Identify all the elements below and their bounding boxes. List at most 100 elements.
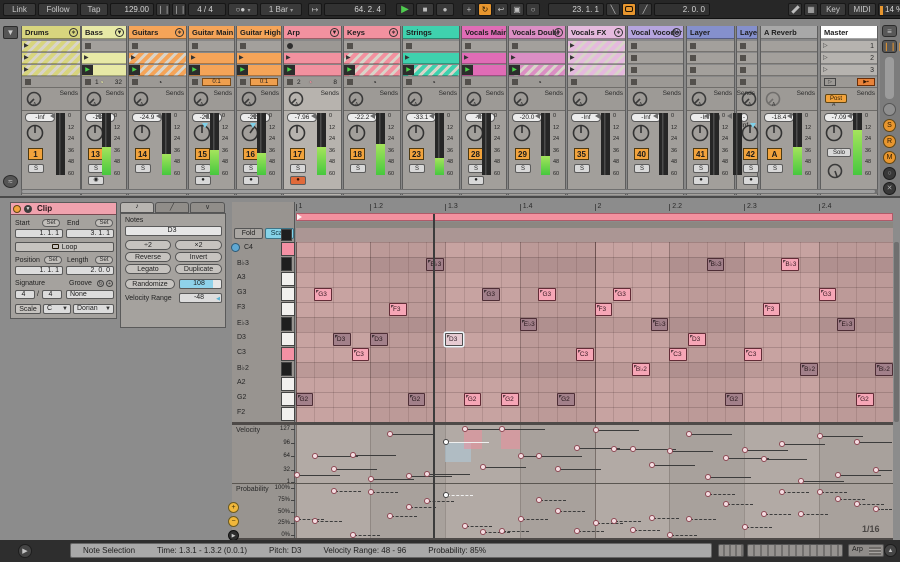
timeline-label[interactable]: 2.4: [822, 203, 832, 210]
velocity-marker[interactable]: [574, 445, 580, 451]
toggle-detail-view-icon[interactable]: ▲: [884, 544, 897, 557]
clip-slot[interactable]: [129, 41, 186, 52]
clip-slot[interactable]: ▶: [403, 65, 459, 76]
clip-slot[interactable]: ▶: [237, 53, 281, 64]
loop-switch-icon[interactable]: [622, 3, 636, 16]
clip-slot[interactable]: ▶: [509, 53, 565, 64]
arm-button[interactable]: ●: [743, 176, 759, 185]
arm-button[interactable]: ●: [243, 176, 259, 185]
pan-knob[interactable]: [348, 124, 366, 147]
track-number-button[interactable]: 17: [290, 148, 305, 160]
computer-midi-keyboard-icon[interactable]: ▦: [804, 3, 818, 16]
midi-note[interactable]: C3: [744, 348, 762, 361]
track-stop-row[interactable]: 0:1: [189, 77, 234, 88]
clip-slot[interactable]: [462, 41, 506, 52]
lane-add-button[interactable]: +: [228, 502, 239, 513]
time-signature-field[interactable]: 4 / 4: [188, 3, 226, 16]
punch-out-icon[interactable]: ╱: [638, 3, 652, 16]
arrangement-position-field[interactable]: 64. 2. 4: [324, 3, 386, 16]
solo-button[interactable]: S: [135, 164, 151, 173]
clip-slot[interactable]: ▶: [82, 53, 126, 64]
session-record-icon[interactable]: ▣: [510, 3, 524, 16]
track-stop-row[interactable]: ◔: [509, 77, 565, 88]
current-track-badge[interactable]: Arp: [848, 544, 884, 557]
clip-slot[interactable]: ▶: [284, 65, 341, 76]
midi-note[interactable]: E♭3: [837, 318, 855, 331]
track-number-button[interactable]: 13: [88, 148, 103, 160]
play-button[interactable]: ▶: [396, 3, 414, 16]
velocity-marker[interactable]: [630, 446, 636, 452]
track-stop-row[interactable]: ◔: [403, 77, 459, 88]
metronome-button[interactable]: ○● ▾: [228, 3, 258, 16]
legato-button[interactable]: Legato: [125, 264, 171, 274]
probability-marker[interactable]: [873, 506, 879, 512]
midi-note[interactable]: G3: [538, 288, 556, 301]
velocity-marker[interactable]: [387, 431, 393, 437]
velocity-marker[interactable]: [686, 431, 692, 437]
velocity-marker[interactable]: [873, 467, 879, 473]
invert-button[interactable]: Invert: [175, 252, 222, 262]
probability-marker[interactable]: [462, 523, 468, 529]
lane-remove-button[interactable]: −: [228, 516, 239, 527]
clip-slot[interactable]: [189, 41, 234, 52]
midi-note[interactable]: D3: [688, 333, 706, 346]
solo-button[interactable]: S: [409, 164, 425, 173]
scrollbar-thumb[interactable]: [22, 190, 875, 193]
set-start-button[interactable]: Set: [42, 219, 60, 227]
clip-slot[interactable]: ▶: [344, 65, 400, 76]
timeline-label[interactable]: 1: [299, 203, 303, 210]
solo-button[interactable]: S: [290, 164, 306, 173]
midi-note[interactable]: B♭3: [426, 258, 444, 271]
clip-slot[interactable]: ▶: [284, 53, 341, 64]
velocity-marker[interactable]: [406, 473, 412, 479]
solo-button[interactable]: S: [743, 164, 759, 173]
show-crossfade-toggle[interactable]: ✕: [883, 182, 896, 195]
track-menu-icon[interactable]: ▼: [330, 28, 339, 37]
track-number-button[interactable]: 18: [350, 148, 365, 160]
track-number-button[interactable]: 42: [743, 148, 758, 160]
clip-slot[interactable]: [737, 53, 757, 64]
key-map-button[interactable]: Key: [820, 3, 846, 16]
midi-note[interactable]: G2: [725, 393, 743, 406]
loop-start-field[interactable]: 23. 1. 1: [548, 3, 604, 16]
crossfader-section-icon[interactable]: ≈: [3, 175, 18, 188]
midi-note[interactable]: B♭3: [707, 258, 725, 271]
clip-slot[interactable]: ▶: [344, 53, 400, 64]
track-number-button[interactable]: 28: [468, 148, 483, 160]
clip-slot[interactable]: [82, 41, 126, 52]
midi-note[interactable]: E♭3: [651, 318, 669, 331]
re-enable-automation-icon[interactable]: ○: [526, 3, 540, 16]
set-length-button[interactable]: Set: [95, 256, 113, 264]
midi-note[interactable]: D3: [445, 333, 463, 346]
piano-key[interactable]: [281, 332, 295, 346]
track-stop-row[interactable]: [22, 77, 80, 88]
track-header[interactable]: Drums∗: [22, 26, 80, 39]
clip-position-field[interactable]: 1. 1. 1: [15, 266, 63, 275]
midi-note[interactable]: F3: [763, 303, 781, 316]
clip-slot[interactable]: [628, 53, 683, 64]
midi-map-button[interactable]: MIDI: [848, 3, 876, 16]
clip-slot[interactable]: ▶: [568, 53, 625, 64]
draw-mode-icon[interactable]: [788, 3, 802, 16]
groove-select[interactable]: None: [66, 290, 114, 299]
track-stop-row[interactable]: ◔: [129, 77, 186, 88]
velocity-marker[interactable]: [817, 433, 823, 439]
pianoroll-scrollbar[interactable]: [894, 242, 899, 422]
solo-button[interactable]: S: [767, 164, 783, 173]
ratio-box[interactable]: 0:1: [250, 78, 278, 86]
velocity-marker[interactable]: [294, 472, 300, 478]
double-time-button[interactable]: ×2: [175, 240, 222, 250]
probability-marker[interactable]: [350, 532, 356, 538]
track-stop-row[interactable]: [462, 77, 506, 88]
midi-note[interactable]: B♭3: [781, 258, 799, 271]
cue-knob[interactable]: [827, 163, 843, 184]
set-position-button[interactable]: Set: [44, 256, 62, 264]
pan-knob[interactable]: [407, 124, 425, 147]
instrument-icon[interactable]: ∗: [175, 28, 184, 37]
midi-note[interactable]: C3: [352, 348, 370, 361]
scale-indicator-icon[interactable]: [231, 243, 240, 252]
arm-button[interactable]: ●: [195, 176, 211, 185]
loop-button[interactable]: Loop: [15, 242, 114, 252]
link-button[interactable]: Link: [3, 3, 36, 16]
clip-slot[interactable]: ▶: [568, 41, 625, 52]
